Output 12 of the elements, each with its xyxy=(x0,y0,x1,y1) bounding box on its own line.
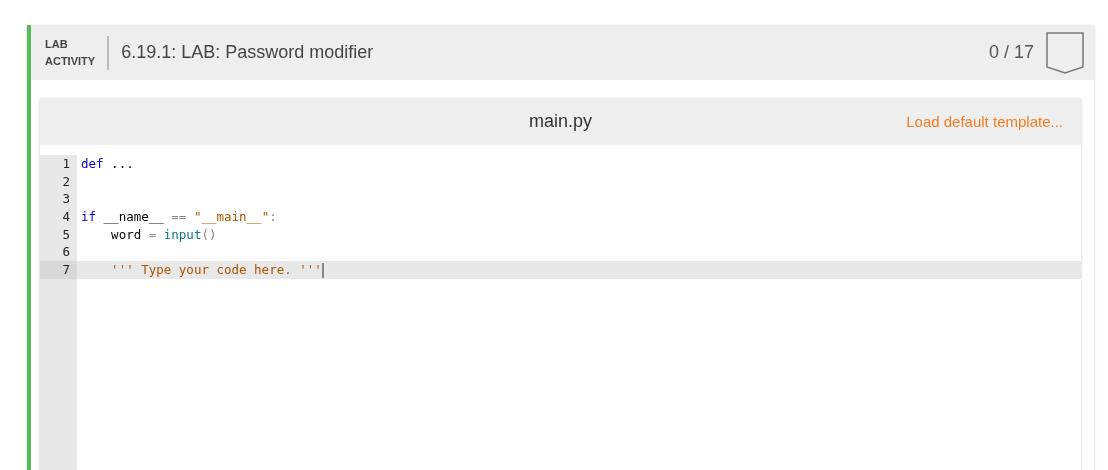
activity-type-label: LAB xyxy=(45,36,69,52)
score-text: 0 / 17 xyxy=(988,42,1034,63)
activity-type-label: ACTIVITY xyxy=(45,53,96,69)
activity-title: 6.19.1: LAB: Password modifier xyxy=(121,42,375,63)
file-name: main.py xyxy=(529,111,592,132)
code-line: ''' Type your code here. ''' xyxy=(110,261,325,279)
code-line: if __name__ == "__main__": xyxy=(80,208,278,226)
code-line: word = input() xyxy=(110,225,218,244)
badge-icon xyxy=(1046,31,1084,74)
line-number: 7 xyxy=(40,261,77,279)
code-editor[interactable]: 1 def ... 2 3 4 if __name__ == "__main__": 5 word = input() 6 7 ''' Type your code here. ''' xyxy=(40,145,1081,470)
code-line: def ... xyxy=(80,155,135,173)
